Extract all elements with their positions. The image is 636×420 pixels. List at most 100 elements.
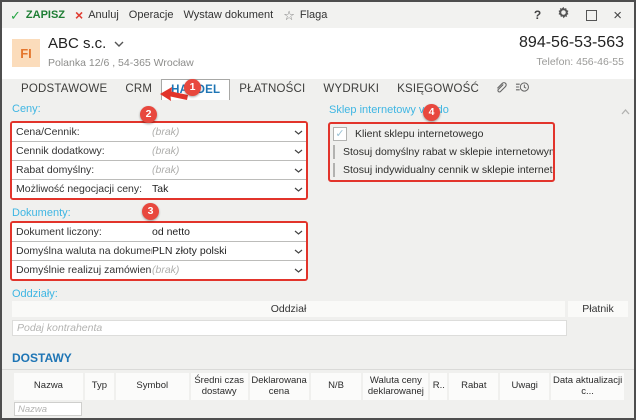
phone-number: Telefon: 456-46-55 <box>536 56 624 68</box>
field-cennik-dodatkowy[interactable]: Cennik dodatkowy: (brak) <box>12 142 306 161</box>
annotation-step-4: 4 <box>423 104 440 121</box>
avatar: FI <box>12 39 40 67</box>
checkbox-label: Stosuj domyślny rabat w sklepie internet… <box>343 146 555 158</box>
annotation-step-2: 2 <box>140 106 157 123</box>
help-button[interactable]: ? <box>534 8 541 22</box>
column-header-rabat[interactable]: Rabat <box>449 373 498 400</box>
chevron-down-icon[interactable] <box>290 130 306 135</box>
field-realizuj-zamowienie[interactable]: Domyślnie realizuj zamówienie jako: (bra… <box>12 261 306 279</box>
contractor-header: FI ABC s.c. Polanka 12/6 , 54-365 Wrocła… <box>2 28 634 80</box>
tab-podstawowe[interactable]: PODSTAWOWE <box>12 79 116 100</box>
column-header-symbol[interactable]: Symbol <box>116 373 189 400</box>
chevron-down-icon[interactable] <box>290 230 306 235</box>
chevron-down-icon[interactable] <box>290 249 306 254</box>
flag-button[interactable]: ☆ Flaga <box>283 9 327 22</box>
field-value: od netto <box>152 226 290 238</box>
field-value: Tak <box>152 183 290 195</box>
ceny-section-label: Ceny: <box>12 103 41 115</box>
tab-bar: PODSTAWOWE CRM HANDEL PŁATNOŚCI WYDRUKI … <box>2 79 634 100</box>
tab-ksiegowosc[interactable]: KSIĘGOWOŚĆ <box>388 79 488 100</box>
field-label: Cennik dodatkowy: <box>12 145 152 157</box>
dostawy-table-header: Nazwa Typ Symbol Średni czas dostawy Dek… <box>14 373 624 400</box>
chevron-down-icon <box>114 41 124 47</box>
checkbox-row-indywidualny-cennik[interactable]: Stosuj indywidualny cennik w sklepie int… <box>330 161 553 179</box>
cancel-icon: × <box>75 8 83 22</box>
column-header-nb[interactable]: N/B <box>311 373 362 400</box>
field-label: Dokument liczony: <box>12 226 152 238</box>
field-value: (brak) <box>152 264 290 276</box>
company-name-label: ABC s.c. <box>48 35 106 52</box>
column-header-sredni-czas[interactable]: Średni czas dostawy <box>191 373 248 400</box>
checkbox-unchecked-icon[interactable] <box>333 163 335 177</box>
field-label: Domyślna waluta na dokumencie: <box>12 245 152 257</box>
issue-document-label: Wystaw dokument <box>183 9 273 21</box>
issue-document-menu[interactable]: Wystaw dokument <box>183 9 273 21</box>
field-negocjacja-ceny[interactable]: Możliwość negocjacji ceny: Tak <box>12 180 306 198</box>
column-header-deklarowana-cena[interactable]: Deklarowana cena <box>250 373 309 400</box>
tab-wydruki[interactable]: WYDRUKI <box>314 79 388 100</box>
kontrahent-search-input[interactable] <box>12 320 567 336</box>
column-header-typ[interactable]: Typ <box>85 373 114 400</box>
column-header-platnik[interactable]: Płatnik <box>568 301 628 317</box>
dostawy-separator <box>2 369 634 370</box>
column-header-nazwa[interactable]: Nazwa <box>14 373 83 400</box>
checkbox-row-klient-sklepu[interactable]: ✓ Klient sklepu internetowego <box>330 125 553 143</box>
operations-label: Operacje <box>129 9 174 21</box>
column-header-oddzial[interactable]: Oddział <box>12 301 565 317</box>
operations-menu[interactable]: Operacje <box>129 9 174 21</box>
field-rabat-domyslny[interactable]: Rabat domyślny: (brak) <box>12 161 306 180</box>
checkbox-unchecked-icon[interactable] <box>333 145 335 159</box>
cancel-button-label: Anuluj <box>88 9 119 21</box>
field-value: PLN złoty polski <box>152 245 290 257</box>
field-label: Możliwość negocjacji ceny: <box>12 183 152 195</box>
chevron-down-icon[interactable] <box>290 187 306 192</box>
dokumenty-section-label: Dokumenty: <box>12 207 71 219</box>
gear-icon <box>557 6 570 19</box>
oddzialy-section-label: Oddziały: <box>12 288 58 300</box>
field-cena-cennik[interactable]: Cena/Cennik: (brak) <box>12 123 306 142</box>
tab-extra-icons <box>494 79 530 100</box>
field-domyslna-waluta[interactable]: Domyślna waluta na dokumencie: PLN złoty… <box>12 242 306 261</box>
dokumenty-field-group: Dokument liczony: od netto Domyślna walu… <box>10 221 308 281</box>
annotation-step-3: 3 <box>142 203 159 220</box>
checkbox-row-domyslny-rabat[interactable]: Stosuj domyślny rabat w sklepie internet… <box>330 143 553 161</box>
field-value: (brak) <box>152 145 290 157</box>
history-button[interactable] <box>515 80 530 99</box>
sklep-checkbox-group: ✓ Klient sklepu internetowego Stosuj dom… <box>328 122 555 182</box>
field-dokument-liczony[interactable]: Dokument liczony: od netto <box>12 223 306 242</box>
flag-label: Flaga <box>300 9 328 21</box>
checkbox-checked-icon[interactable]: ✓ <box>333 127 347 141</box>
checkbox-label: Klient sklepu internetowego <box>355 128 483 140</box>
app-window: ✓ ZAPISZ × Anuluj Operacje Wystaw dokume… <box>0 0 636 420</box>
chevron-down-icon[interactable] <box>290 268 306 273</box>
field-label: Rabat domyślny: <box>12 164 152 176</box>
company-address: Polanka 12/6 , 54-365 Wrocław <box>48 57 194 69</box>
annotation-step-1: 1 <box>184 79 201 96</box>
tab-crm[interactable]: CRM <box>116 79 161 100</box>
attachments-button[interactable] <box>494 80 507 100</box>
chevron-down-icon[interactable] <box>290 168 306 173</box>
dostawy-nazwa-filter-input[interactable] <box>14 402 82 416</box>
column-header-uwagi[interactable]: Uwagi <box>500 373 549 400</box>
field-label: Cena/Cennik: <box>12 126 152 138</box>
column-header-r[interactable]: R.. <box>430 373 447 400</box>
tab-platnosci[interactable]: PŁATNOŚCI <box>230 79 314 100</box>
column-header-waluta[interactable]: Waluta ceny deklarowanej <box>363 373 428 400</box>
ceny-field-group: Cena/Cennik: (brak) Cennik dodatkowy: (b… <box>10 121 308 200</box>
tax-id: 894-56-53-563 <box>519 34 624 52</box>
maximize-button[interactable] <box>586 10 597 21</box>
check-icon: ✓ <box>10 9 21 22</box>
cancel-button[interactable]: × Anuluj <box>75 8 119 22</box>
column-header-data-aktualizacji[interactable]: Data aktualizacji c... <box>551 373 624 400</box>
field-label: Domyślnie realizuj zamówienie jako: <box>12 264 152 276</box>
save-button-label: ZAPISZ <box>26 9 65 21</box>
company-name[interactable]: ABC s.c. <box>48 35 124 52</box>
window-controls: ? × <box>534 6 622 24</box>
star-icon: ☆ <box>283 9 295 22</box>
chevron-down-icon[interactable] <box>290 149 306 154</box>
scrollbar-up-arrow[interactable] <box>621 102 630 120</box>
save-button[interactable]: ✓ ZAPISZ <box>10 9 65 22</box>
close-button[interactable]: × <box>613 8 622 23</box>
toolbar: ✓ ZAPISZ × Anuluj Operacje Wystaw dokume… <box>2 2 634 29</box>
settings-button[interactable] <box>557 6 570 24</box>
